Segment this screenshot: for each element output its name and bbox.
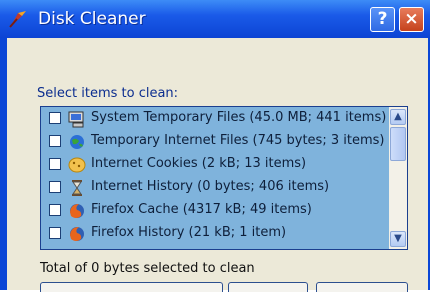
list-item-label: Internet Cookies (2 kB; 13 items): [91, 156, 307, 171]
close-button[interactable]: ×: [399, 7, 424, 32]
dialog-button[interactable]: [228, 282, 308, 292]
help-button[interactable]: ?: [370, 7, 395, 32]
disk-cleaner-broom-icon: [9, 11, 26, 28]
checkbox[interactable]: [49, 181, 61, 193]
window-title: Disk Cleaner: [38, 9, 146, 29]
cookie-icon: [68, 157, 86, 173]
checkbox[interactable]: [49, 112, 61, 124]
chevron-up-icon: ▲: [394, 111, 402, 122]
list-item-label: Temporary Internet Files (745 bytes; 3 i…: [91, 133, 385, 148]
clean-button[interactable]: [40, 282, 223, 292]
list-item-label: Internet History (0 bytes; 406 items): [91, 179, 330, 194]
list-item-label: Firefox Cache (4317 kB; 49 items): [91, 202, 312, 217]
list-item-system-temporary-files[interactable]: System Temporary Files (45.0 MB; 441 ite…: [41, 108, 389, 129]
title-bar[interactable]: Disk Cleaner ? ×: [0, 0, 430, 38]
dialog-button[interactable]: [316, 282, 408, 292]
list-item-internet-history[interactable]: Internet History (0 bytes; 406 items): [41, 177, 389, 198]
firefox-icon: [70, 204, 84, 218]
checkbox[interactable]: [49, 204, 61, 216]
help-icon: ?: [377, 9, 388, 29]
checkbox[interactable]: [49, 227, 61, 239]
scroll-down-button[interactable]: ▼: [390, 231, 406, 247]
computer-icon: [68, 111, 84, 128]
chevron-down-icon: ▼: [394, 233, 402, 244]
firefox-icon: [70, 227, 84, 241]
scroll-up-button[interactable]: ▲: [390, 109, 406, 125]
hourglass-icon: [72, 180, 82, 196]
list-item-temporary-internet-files[interactable]: Temporary Internet Files (745 bytes; 3 i…: [41, 131, 389, 152]
list-item-label: System Temporary Files (45.0 MB; 441 ite…: [91, 110, 387, 125]
vertical-scrollbar[interactable]: ▲ ▼: [389, 107, 407, 249]
list-item-label: Firefox History (21 kB; 1 item): [91, 225, 287, 240]
items-list[interactable]: System Temporary Files (45.0 MB; 441 ite…: [40, 106, 408, 250]
selection-total-text: Total of 0 bytes selected to clean: [40, 261, 255, 276]
list-item-internet-cookies[interactable]: Internet Cookies (2 kB; 13 items): [41, 154, 389, 175]
select-items-label: Select items to clean:: [37, 86, 179, 101]
checkbox[interactable]: [49, 158, 61, 170]
checkbox[interactable]: [49, 135, 61, 147]
list-item-firefox-history[interactable]: Firefox History (21 kB; 1 item): [41, 223, 389, 244]
list-item-firefox-cache[interactable]: Firefox Cache (4317 kB; 49 items): [41, 200, 389, 221]
close-icon: ×: [404, 9, 419, 29]
scroll-thumb[interactable]: [390, 127, 406, 161]
internet-globe-icon: [70, 135, 84, 149]
disk-cleaner-window: Disk Cleaner ? × Select items to clean: …: [0, 0, 430, 292]
